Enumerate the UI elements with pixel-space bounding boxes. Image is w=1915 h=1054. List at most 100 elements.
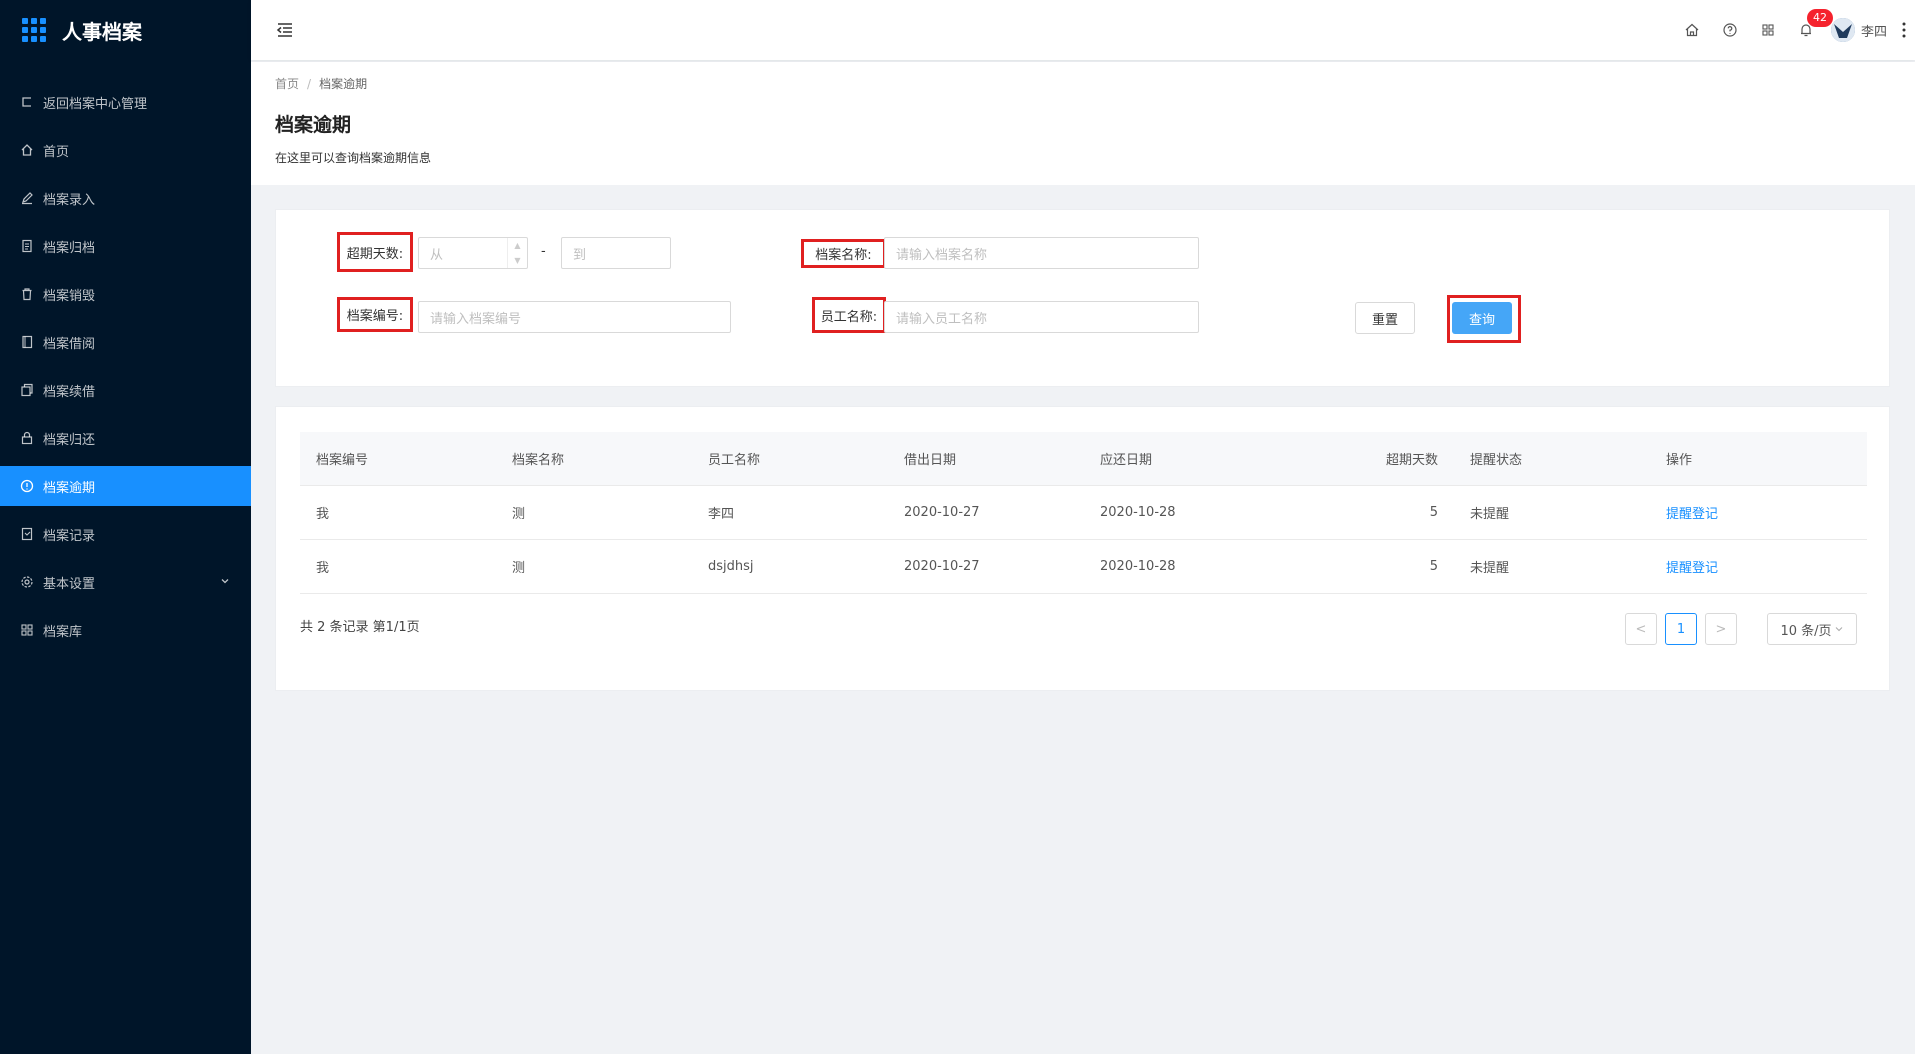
- cell-overdue-days: 5: [1429, 505, 1438, 520]
- sidebar-item-home[interactable]: 首页: [0, 130, 251, 170]
- lock-icon: [20, 431, 34, 445]
- cell-remind-status: 未提醒: [1470, 561, 1510, 576]
- remind-register-link[interactable]: 提醒登记: [1666, 507, 1718, 522]
- record-icon: [20, 527, 34, 541]
- reset-button[interactable]: 重置: [1355, 302, 1415, 334]
- page-number-button[interactable]: 1: [1665, 613, 1697, 645]
- table-row: 我 测 李四 2020-10-27 2020-10-28 5 未提醒 提醒登记: [300, 486, 1867, 540]
- sidebar-item-archive-library[interactable]: 档案库: [0, 610, 251, 650]
- return-icon: [20, 95, 34, 109]
- sidebar-item-label: 档案库: [43, 624, 83, 640]
- menu-fold-icon[interactable]: [275, 20, 295, 40]
- archive-no-placeholder: 请输入档案编号: [430, 311, 522, 327]
- table-header: 档案编号 档案名称 员工名称 借出日期 应还日期 超期天数 提醒状态 操作: [300, 432, 1867, 486]
- appstore-icon: [1762, 24, 1774, 36]
- breadcrumb-home[interactable]: 首页: [275, 75, 299, 92]
- cell-archive-no: 我: [316, 561, 330, 576]
- avatar: [1830, 18, 1855, 42]
- cell-archive-name: 测: [512, 507, 526, 522]
- page-title: 档案逾期: [275, 114, 352, 136]
- prev-page-button[interactable]: <: [1625, 613, 1657, 645]
- home-icon: [1685, 23, 1699, 37]
- sidebar-item-basic-settings[interactable]: 基本设置: [0, 562, 251, 602]
- overdue-days-from-input[interactable]: 从 ▲ ▼: [418, 237, 528, 269]
- results-card: 档案编号 档案名称 员工名称 借出日期 应还日期 超期天数 提醒状态 操作 我 …: [275, 406, 1890, 691]
- cell-lend-date: 2020-10-27: [904, 559, 980, 574]
- apps-button[interactable]: [1749, 0, 1787, 60]
- sidebar-item-return[interactable]: 返回档案中心管理: [0, 82, 251, 122]
- column-header: 员工名称: [708, 453, 761, 468]
- table-row: 我 测 dsjdhsj 2020-10-27 2020-10-28 5 未提醒 …: [300, 540, 1867, 594]
- sidebar-item-label: 返回档案中心管理: [43, 96, 148, 112]
- sidebar-item-archive-destroy[interactable]: 档案销毁: [0, 274, 251, 314]
- employee-name-input[interactable]: 请输入员工名称: [884, 301, 1199, 333]
- sidebar-item-archive-filing[interactable]: 档案归档: [0, 226, 251, 266]
- top-header: 42 李四: [251, 0, 1915, 60]
- edit-icon: [20, 191, 34, 205]
- pagination-summary: 共 2 条记录 第1/1页: [300, 620, 420, 635]
- pagination: < 1 > 10 条/页: [1617, 613, 1857, 645]
- more-button[interactable]: [1893, 0, 1915, 60]
- breadcrumb: 首页 / 档案逾期: [275, 75, 1891, 92]
- archive-no-input[interactable]: 请输入档案编号: [418, 301, 731, 333]
- home-icon: [20, 143, 34, 157]
- cell-due-date: 2020-10-28: [1100, 505, 1176, 520]
- archive-name-placeholder: 请输入档案名称: [896, 247, 988, 263]
- sidebar-item-label: 档案逾期: [43, 480, 96, 496]
- sidebar-item-archive-entry[interactable]: 档案录入: [0, 178, 251, 218]
- sidebar-item-archive-record[interactable]: 档案记录: [0, 514, 251, 554]
- page-size-select[interactable]: 10 条/页: [1767, 613, 1857, 645]
- notification-button[interactable]: 42: [1787, 0, 1833, 60]
- archive-name-input[interactable]: 请输入档案名称: [884, 237, 1199, 269]
- column-header: 档案编号: [316, 453, 369, 468]
- file-icon: [20, 239, 34, 253]
- page-header: 首页 / 档案逾期 档案逾期 在这里可以查询档案逾期信息: [251, 62, 1915, 185]
- setting-icon: [20, 575, 34, 589]
- overdue-table: 档案编号 档案名称 员工名称 借出日期 应还日期 超期天数 提醒状态 操作 我 …: [300, 432, 1867, 594]
- overdue-days-to-input[interactable]: 到: [561, 237, 671, 269]
- app-title: 人事档案: [62, 19, 142, 44]
- home-button[interactable]: [1673, 0, 1711, 60]
- header-actions: 42 李四: [1673, 0, 1915, 60]
- overdue-days-to-placeholder: 到: [573, 247, 587, 263]
- column-header: 提醒状态: [1470, 453, 1523, 468]
- sidebar-item-archive-renew[interactable]: 档案续借: [0, 370, 251, 410]
- sidebar: 人事档案 返回档案中心管理 首页 档案录入 档案归档 档案销毁 档案借阅 档案续…: [0, 0, 251, 1054]
- user-name: 李四: [1860, 24, 1887, 40]
- sidebar-item-archive-overdue[interactable]: 档案逾期: [0, 466, 251, 506]
- more-vertical-icon: [1902, 22, 1906, 38]
- logo[interactable]: 人事档案: [0, 0, 251, 60]
- cell-lend-date: 2020-10-27: [904, 505, 980, 520]
- archive-no-label: 档案编号:: [337, 297, 413, 332]
- user-menu[interactable]: 李四: [1825, 18, 1893, 42]
- query-button[interactable]: 查询: [1452, 302, 1512, 334]
- cell-employee: 李四: [708, 507, 735, 522]
- cell-archive-name: 测: [512, 561, 526, 576]
- employee-name-placeholder: 请输入员工名称: [896, 311, 988, 327]
- sidebar-menu: 返回档案中心管理 首页 档案录入 档案归档 档案销毁 档案借阅 档案续借 档案归…: [0, 82, 251, 650]
- help-button[interactable]: [1711, 0, 1749, 60]
- employee-name-label: 员工名称:: [812, 297, 886, 333]
- breadcrumb-separator: /: [307, 76, 312, 91]
- column-header: 档案名称: [512, 453, 565, 468]
- sidebar-item-label: 档案归档: [43, 240, 96, 256]
- sidebar-item-archive-return[interactable]: 档案归还: [0, 418, 251, 458]
- book-icon: [20, 335, 34, 349]
- column-header: 操作: [1666, 453, 1693, 468]
- range-separator: -: [541, 244, 546, 259]
- sidebar-item-label: 档案归还: [43, 432, 96, 448]
- sidebar-item-label: 基本设置: [43, 576, 96, 592]
- column-header: 借出日期: [904, 453, 957, 468]
- sidebar-item-label: 档案记录: [43, 528, 96, 544]
- number-stepper[interactable]: ▲ ▼: [507, 238, 527, 268]
- question-circle-icon: [1723, 23, 1737, 37]
- archive-name-label: 档案名称:: [801, 239, 886, 268]
- cell-overdue-days: 5: [1429, 559, 1438, 574]
- apps-grid-icon: [22, 18, 46, 42]
- exclamation-circle-icon: [20, 479, 34, 493]
- remind-register-link[interactable]: 提醒登记: [1666, 561, 1718, 576]
- next-page-button[interactable]: >: [1705, 613, 1737, 645]
- query-button-highlight: 查询: [1447, 295, 1521, 343]
- appstore-icon: [20, 623, 34, 637]
- sidebar-item-archive-borrow[interactable]: 档案借阅: [0, 322, 251, 362]
